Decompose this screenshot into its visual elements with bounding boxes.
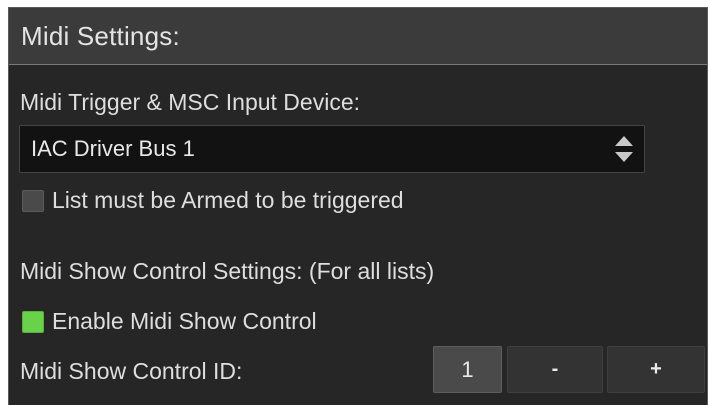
- input-device-value: IAC Driver Bus 1: [31, 136, 195, 161]
- input-device-select[interactable]: IAC Driver Bus 1: [19, 125, 645, 173]
- enable-msc-label: Enable Midi Show Control: [52, 308, 317, 334]
- msc-id-field[interactable]: 1: [433, 346, 502, 393]
- up-down-chevrons-icon: [615, 136, 633, 162]
- msc-id-label: Midi Show Control ID:: [20, 358, 243, 384]
- panel-title: Midi Settings:: [21, 20, 180, 51]
- midi-settings-panel: Midi Settings: Midi Trigger & MSC Input …: [8, 7, 708, 405]
- armed-checkbox-label: List must be Armed to be triggered: [52, 187, 404, 213]
- input-device-label: Midi Trigger & MSC Input Device:: [20, 89, 361, 115]
- msc-section-label: Midi Show Control Settings: (For all lis…: [20, 258, 435, 284]
- msc-id-increment-button[interactable]: +: [607, 346, 705, 393]
- panel-header: Midi Settings:: [9, 8, 707, 65]
- msc-id-decrement-button[interactable]: -: [507, 346, 603, 393]
- enable-msc-checkbox[interactable]: [22, 311, 44, 333]
- armed-checkbox[interactable]: [22, 190, 44, 212]
